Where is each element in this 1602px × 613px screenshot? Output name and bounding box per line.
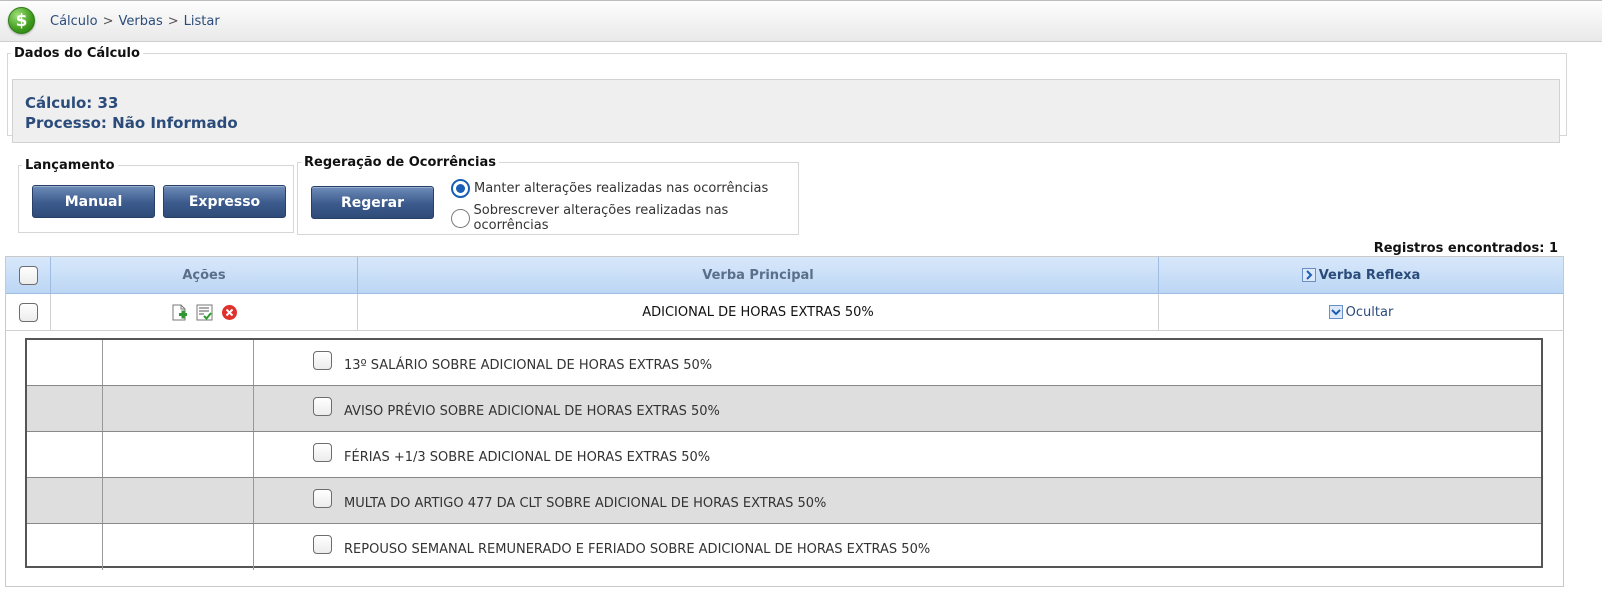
table-row: ADICIONAL DE HORAS EXTRAS 50% Ocultar [6, 294, 1563, 331]
header-acoes-label: Ações [182, 267, 226, 283]
reflexa-row: FÉRIAS +1/3 SOBRE ADICIONAL DE HORAS EXT… [27, 432, 1541, 478]
column-divider [253, 340, 254, 385]
dados-calculo-panel: Dados do Cálculo Cálculo: 33 Processo: N… [7, 46, 1567, 143]
new-document-icon[interactable] [171, 304, 188, 321]
expresso-button[interactable]: Expresso [163, 185, 286, 218]
column-divider [253, 524, 254, 570]
reflexa-row: MULTA DO ARTIGO 477 DA CLT SOBRE ADICION… [27, 478, 1541, 524]
reflexa-label: AVISO PRÉVIO SOBRE ADICIONAL DE HORAS EX… [344, 404, 720, 419]
reflexa-row: AVISO PRÉVIO SOBRE ADICIONAL DE HORAS EX… [27, 386, 1541, 432]
select-all-checkbox[interactable] [18, 265, 38, 285]
expand-right-icon[interactable] [1301, 268, 1316, 282]
reflexa-checkbox[interactable] [313, 443, 332, 462]
column-divider [102, 478, 103, 523]
reflexa-row: REPOUSO SEMANAL REMUNERADO E FERIADO SOB… [27, 524, 1541, 570]
top-bar: $ Cálculo > Verbas > Listar [0, 0, 1602, 42]
column-divider [102, 432, 103, 477]
regeracao-panel: Regeração de Ocorrências Regerar Manter … [297, 155, 799, 235]
column-divider [102, 386, 103, 431]
header-verba-reflexa-label[interactable]: Verba Reflexa [1319, 268, 1421, 283]
checklist-icon[interactable] [196, 304, 213, 321]
radio-sobrescrever[interactable]: Sobrescrever alterações realizadas nas o… [451, 203, 798, 233]
breadcrumb-item-listar: Listar [183, 14, 220, 29]
column-divider [102, 340, 103, 385]
column-divider [253, 432, 254, 477]
breadcrumb-item-calculo[interactable]: Cálculo [50, 14, 98, 29]
column-divider [102, 524, 103, 570]
column-divider [253, 478, 254, 523]
radio-manter-input[interactable] [451, 179, 470, 198]
dados-calculo-content: Cálculo: 33 Processo: Não Informado [12, 79, 1560, 143]
header-verba-principal[interactable]: Verba Principal [358, 257, 1158, 293]
header-verba-principal-label[interactable]: Verba Principal [702, 268, 814, 283]
breadcrumb: Cálculo > Verbas > Listar [50, 14, 220, 29]
radio-manter[interactable]: Manter alterações realizadas nas ocorrên… [451, 179, 768, 198]
dados-calculo-legend: Dados do Cálculo [14, 46, 140, 61]
reflexa-row: 13º SALÁRIO SOBRE ADICIONAL DE HORAS EXT… [27, 340, 1541, 386]
registros-count: Registros encontrados: 1 [1373, 241, 1558, 256]
row-verba-reflexa-cell: Ocultar [1159, 294, 1563, 330]
row-acoes-cell [51, 294, 357, 330]
dollar-logo-icon[interactable]: $ [8, 7, 35, 34]
reflexa-label: FÉRIAS +1/3 SOBRE ADICIONAL DE HORAS EXT… [344, 450, 711, 465]
reflexa-checkbox[interactable] [313, 489, 332, 508]
row-checkbox[interactable] [18, 302, 38, 322]
breadcrumb-separator: > [102, 14, 114, 29]
reflexa-checkbox[interactable] [313, 351, 332, 370]
column-divider [253, 386, 254, 431]
ocultar-link[interactable]: Ocultar [1346, 305, 1394, 320]
reflexa-label: 13º SALÁRIO SOBRE ADICIONAL DE HORAS EXT… [344, 358, 713, 373]
reflexas-subtable: 13º SALÁRIO SOBRE ADICIONAL DE HORAS EXT… [25, 338, 1543, 570]
radio-sobrescrever-input[interactable] [451, 208, 470, 228]
table-header: Ações Verba Principal Verba Reflexa [6, 257, 1563, 294]
verbas-table: Ações Verba Principal Verba Reflexa ADIC… [5, 256, 1564, 587]
manual-button[interactable]: Manual [32, 185, 155, 218]
reflexa-checkbox[interactable] [313, 397, 332, 416]
processo-info: Processo: Não Informado [25, 114, 238, 132]
lancamento-panel: Lançamento Manual Expresso [18, 158, 294, 233]
reflexa-checkbox[interactable] [313, 535, 332, 554]
radio-manter-label[interactable]: Manter alterações realizadas nas ocorrên… [474, 181, 768, 196]
row-verba-principal: ADICIONAL DE HORAS EXTRAS 50% [642, 304, 874, 320]
calculo-number: Cálculo: 33 [25, 94, 119, 112]
delete-icon[interactable] [221, 304, 238, 321]
reflexa-label: MULTA DO ARTIGO 477 DA CLT SOBRE ADICION… [344, 496, 827, 511]
regerar-button[interactable]: Regerar [311, 186, 434, 219]
breadcrumb-item-verbas[interactable]: Verbas [119, 14, 163, 29]
regeracao-legend: Regeração de Ocorrências [304, 155, 496, 170]
select-all-cell [6, 257, 50, 293]
reflexa-label: REPOUSO SEMANAL REMUNERADO E FERIADO SOB… [344, 542, 931, 557]
radio-sobrescrever-label[interactable]: Sobrescrever alterações realizadas nas o… [474, 203, 798, 233]
lancamento-legend: Lançamento [25, 158, 115, 173]
header-verba-reflexa[interactable]: Verba Reflexa [1159, 257, 1563, 293]
row-select-cell [6, 294, 50, 330]
header-acoes: Ações [51, 257, 357, 293]
collapse-down-icon[interactable] [1328, 305, 1343, 319]
breadcrumb-separator: > [167, 14, 179, 29]
